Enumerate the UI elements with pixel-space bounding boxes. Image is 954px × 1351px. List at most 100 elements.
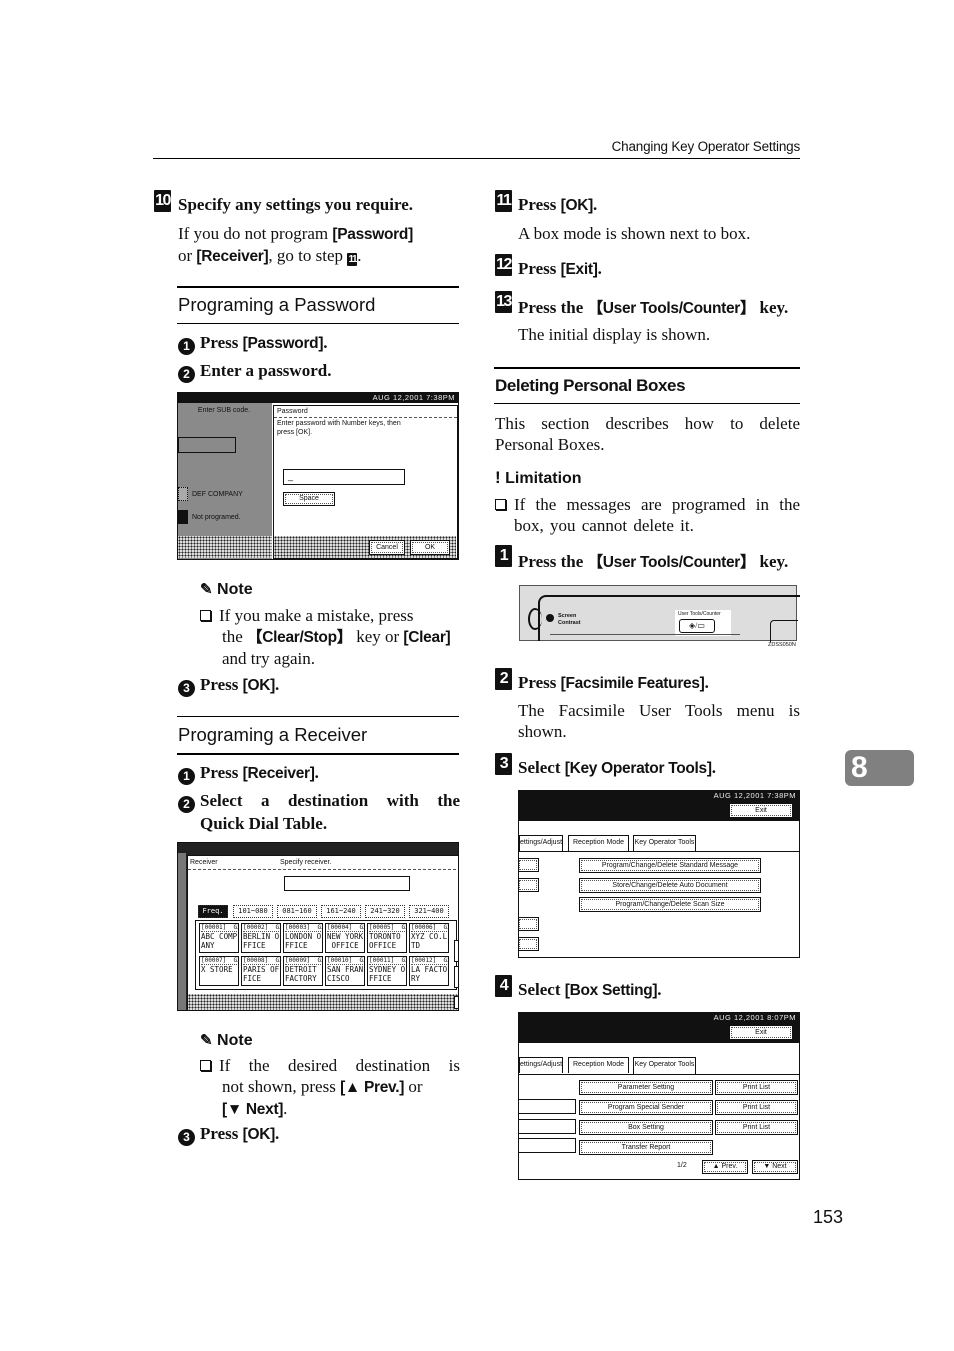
box-setting-option-button[interactable]: Box Setting: [579, 1120, 713, 1135]
side-button[interactable]: [519, 937, 539, 951]
quick-dial-entry[interactable]: [00004] G3 NEW YORK OFFICE: [325, 923, 365, 953]
tab-key-operator-tools[interactable]: Key Operator Tools: [633, 835, 696, 851]
tab-reception-mode[interactable]: Reception Mode: [568, 1057, 629, 1073]
checkbox-bullet-icon: [200, 610, 211, 621]
tab-key-operator-tools[interactable]: Key Operator Tools: [633, 1057, 696, 1075]
sub-code-field[interactable]: [178, 437, 236, 453]
scroll-up-button[interactable]: [454, 940, 458, 962]
panel-line: [550, 634, 740, 635]
password-substep-1: 1 Press [Password].: [178, 333, 327, 355]
prev-button[interactable]: ▲ Prev.: [702, 1160, 748, 1174]
entry-id: [00003] G3: [285, 924, 323, 932]
quick-dial-tab[interactable]: 161~240: [321, 905, 361, 918]
entry-id: [00011] G3: [369, 957, 407, 965]
quick-dial-tab[interactable]: 321~400: [409, 905, 449, 918]
circle-number-3: 3: [178, 1128, 195, 1146]
tab-reception-mode[interactable]: Reception Mode: [568, 835, 629, 851]
item-checkbox-selected[interactable]: [178, 510, 188, 524]
quick-dial-entry[interactable]: [00008] G3 PARIS OF FICE: [241, 956, 281, 986]
circle-number-2: 2: [178, 796, 195, 813]
step-13-title: Press the 【User Tools/Counter】 key.: [518, 298, 789, 317]
quick-dial-entry[interactable]: [00010] G3 SAN FRAN CISCO: [325, 956, 365, 986]
cancel-button[interactable]: Cancel: [369, 540, 405, 555]
entry-id: [00002] G3: [243, 924, 281, 932]
print-list-button[interactable]: Print List: [715, 1080, 798, 1095]
delete-step-1-badge: 1: [495, 545, 512, 567]
step-11-text: A box mode is shown next to box.: [518, 224, 751, 243]
entry-id: [00007] G3: [201, 957, 239, 965]
quick-dial-entry[interactable]: [00006] G3 XYZ CO.L TD: [409, 923, 449, 953]
quick-dial-entry[interactable]: [00007] G3 X STORE: [199, 956, 239, 986]
quick-dial-entry[interactable]: [00011] G3 SYDNEY O FFICE: [367, 956, 407, 986]
quick-dial-tab[interactable]: Freq.: [198, 905, 228, 918]
quick-dial-entry[interactable]: [00012] G3 LA FACTO RY: [409, 956, 449, 986]
left-edge: [178, 853, 186, 1010]
print-list-button[interactable]: Print List: [715, 1100, 798, 1115]
key-highlight: User Tools/Counter ◈/▭: [675, 610, 731, 636]
entry-id: [00001] G3: [201, 924, 239, 932]
exit-button[interactable]: Exit: [729, 803, 793, 818]
entry-name-line1: SAN FRAN: [327, 965, 364, 974]
next-button[interactable]: ▼ Next: [752, 1160, 798, 1174]
circle-number-1: 1: [178, 337, 195, 355]
quick-dial-entry[interactable]: [00009] G3 DETROIT FACTORY: [283, 956, 323, 986]
quick-dial-tab[interactable]: 241~320: [365, 905, 405, 918]
entry-name-line2: FICE: [243, 974, 262, 983]
scroll-down-button[interactable]: [454, 966, 458, 988]
step-12-title: Press [Exit].: [518, 259, 602, 278]
step-10-title: Specify any settings you require.: [178, 195, 414, 214]
user-tools-counter-key[interactable]: ◈/▭: [679, 619, 715, 633]
tab-settings-adjust[interactable]: ettings/Adjust: [519, 835, 563, 851]
box-setting-option-button[interactable]: Transfer Report: [579, 1140, 713, 1155]
section-rule-top: [494, 367, 800, 369]
circle-number-1: 1: [178, 767, 195, 785]
box-setting-option-button[interactable]: Parameter Setting: [579, 1080, 713, 1095]
pencil-icon: ✎: [200, 1032, 213, 1049]
item-checkbox[interactable]: [178, 487, 188, 501]
tab-settings-adjust[interactable]: ettings/Adjust: [519, 1057, 563, 1073]
quick-dial-tab[interactable]: 101~080: [233, 905, 273, 918]
checkbox-bullet-icon: [495, 499, 506, 510]
exit-button[interactable]: Exit: [729, 1025, 793, 1040]
quick-dial-entry[interactable]: [00003] G3 LONDON O FFICE: [283, 923, 323, 953]
screen-contrast-label: Screen Contrast: [558, 613, 581, 626]
ok-button[interactable]: [454, 996, 458, 1009]
password-dialog: Password Enter password with Number keys…: [273, 405, 458, 559]
receiver-input[interactable]: [284, 876, 410, 891]
note-body: If you make a mistake, press the 【Clear/…: [200, 605, 460, 669]
quick-dial-tab[interactable]: 081~160: [277, 905, 317, 918]
print-list-button[interactable]: Print List: [715, 1120, 798, 1135]
quick-dial-entry[interactable]: [00005] G3 TORONTO OFFICE: [367, 923, 407, 953]
standard-message-button[interactable]: Program/Change/Delete Standard Message: [579, 858, 761, 873]
auto-document-button[interactable]: Store/Change/Delete Auto Document: [579, 878, 761, 893]
side-field: [519, 1099, 576, 1114]
entry-name-line1: LONDON O: [285, 932, 322, 941]
quick-dial-entry[interactable]: [00001] G3 ABC COMP ANY: [199, 923, 239, 953]
password-input[interactable]: _: [283, 469, 405, 485]
entry-name-line2: OFFICE: [327, 941, 359, 950]
side-button[interactable]: [519, 858, 539, 872]
delete-step-4-title: Select [Box Setting].: [518, 980, 662, 999]
step-11-badge: 11: [495, 190, 512, 212]
note-heading: ✎ Note: [200, 581, 253, 598]
entry-id: [00004] G3: [327, 924, 365, 932]
space-button[interactable]: Space: [283, 492, 335, 506]
box-setting-option-button[interactable]: Program Special Sender: [579, 1100, 713, 1115]
company-item[interactable]: DEF COMPANY: [192, 491, 243, 498]
quick-dial-entry[interactable]: [00002] G3 BERLIN O FFICE: [241, 923, 281, 953]
side-button[interactable]: [519, 917, 539, 931]
delete-step-2-badge: 2: [495, 668, 512, 690]
entry-id: [00010] G3: [327, 957, 365, 965]
entry-id: [00008] G3: [243, 957, 281, 965]
entry-id: [00009] G3: [285, 957, 323, 965]
section-rule-top: [177, 716, 459, 717]
delete-step-4-badge: 4: [495, 975, 512, 997]
not-programed-item[interactable]: Not programed.: [192, 514, 241, 521]
circle-number-3: 3: [178, 679, 195, 697]
ok-button[interactable]: OK: [410, 540, 450, 555]
side-button[interactable]: [519, 878, 539, 892]
scan-size-button[interactable]: Program/Change/Delete Scan Size: [579, 897, 761, 912]
receiver-instruction: Specify receiver.: [280, 859, 332, 866]
sub-code-label: Enter SUB code.: [197, 407, 251, 414]
step-10-badge: 10: [154, 190, 171, 212]
